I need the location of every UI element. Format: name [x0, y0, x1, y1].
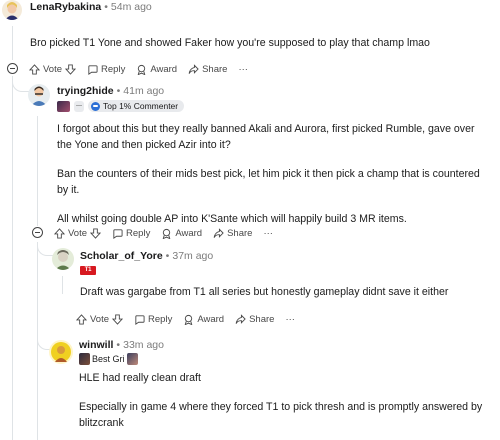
vote-control: Vote — [29, 63, 77, 75]
downvote-icon[interactable] — [90, 227, 102, 239]
share-icon — [235, 313, 246, 324]
thread-line-root[interactable] — [12, 26, 13, 60]
top-commenter-badge[interactable]: Top 1% Commenter — [88, 100, 185, 112]
share-button[interactable]: Share — [235, 314, 274, 325]
vote-control: Vote — [76, 313, 124, 325]
reply-icon — [135, 314, 145, 325]
comment-paragraph: HLE had really clean draft — [79, 372, 201, 384]
comment-body: Bro picked T1 Yone and showed Faker how … — [30, 35, 490, 51]
comment-body: I forgot about this but they really bann… — [57, 121, 487, 227]
avatar[interactable] — [28, 84, 50, 106]
award-icon — [185, 314, 193, 325]
downvote-icon[interactable] — [112, 313, 124, 325]
reply-button[interactable]: Reply — [87, 64, 125, 75]
avatar-image — [49, 340, 73, 364]
author-name[interactable]: trying2hide — [57, 85, 114, 97]
award-label: Award — [175, 227, 203, 239]
user-flair: — Top 1% Commenter — [57, 99, 185, 113]
avatar[interactable] — [2, 0, 22, 20]
award-button[interactable]: Award — [136, 64, 177, 75]
collapse-thread-button[interactable] — [32, 227, 43, 238]
separator-dot: • — [104, 1, 108, 13]
author-name[interactable]: Scholar_of_Yore — [80, 250, 163, 262]
award-button[interactable]: Award — [183, 314, 224, 325]
avatar[interactable] — [52, 248, 74, 270]
vote-control: Vote — [54, 227, 102, 239]
t1-team-logo: T1 — [80, 265, 96, 275]
comment-meta: trying2hide • 41m ago — [57, 85, 164, 97]
share-icon — [213, 227, 224, 238]
award-label: Award — [150, 63, 178, 75]
comment-paragraph: Ban the counters of their mids best pick… — [57, 168, 480, 196]
vote-label: Vote — [90, 313, 110, 325]
flair-text: Best Gri — [92, 354, 125, 364]
reply-icon — [88, 64, 98, 75]
reply-label: Reply — [126, 227, 151, 239]
reply-button[interactable]: Reply — [134, 314, 172, 325]
reply-label: Reply — [101, 63, 126, 75]
author-name[interactable]: LenaRybakina — [30, 1, 101, 13]
comment-body: HLE had really clean draft Especially in… — [79, 370, 489, 431]
badge-label: Top 1% Commenter — [103, 101, 179, 111]
share-icon — [188, 63, 199, 74]
reply-icon — [113, 228, 123, 239]
more-options-button[interactable]: ··· — [263, 228, 273, 239]
user-flair: Best Gri — [79, 352, 138, 366]
vote-label: Vote — [43, 63, 63, 75]
comment-actions: Vote Reply Award Share ··· — [29, 61, 259, 77]
timestamp[interactable]: 41m ago — [123, 85, 164, 97]
timestamp[interactable]: 33m ago — [123, 339, 164, 351]
separator-dot: • — [165, 250, 170, 262]
more-options-button[interactable]: ··· — [285, 314, 295, 325]
upvote-icon[interactable] — [54, 227, 65, 239]
flair-emoji-icon — [57, 100, 70, 112]
comment-paragraph: Draft was gargabe from T1 all series but… — [80, 286, 449, 298]
separator-dot: • — [116, 339, 121, 351]
downvote-icon[interactable] — [65, 63, 77, 75]
timestamp[interactable]: 37m ago — [172, 250, 213, 262]
reply-button[interactable]: Reply — [112, 228, 150, 239]
comment-meta: LenaRybakina • 54m ago — [30, 1, 152, 13]
share-button[interactable]: Share — [213, 228, 252, 239]
share-button[interactable]: Share — [188, 64, 227, 75]
comment-meta: winwill • 33m ago — [79, 339, 164, 351]
flair-emoji-icon — [126, 353, 138, 365]
avatar-image — [52, 248, 74, 270]
collapse-thread-button[interactable] — [7, 63, 18, 74]
award-icon — [138, 64, 146, 75]
share-label: Share — [202, 63, 228, 75]
comment-paragraph: I forgot about this but they really bann… — [57, 123, 475, 151]
share-label: Share — [249, 313, 275, 325]
avatar-image — [28, 84, 50, 106]
author-name[interactable]: winwill — [79, 339, 113, 351]
flair-emoji-icon — [79, 353, 90, 365]
comment-paragraph: Bro picked T1 Yone and showed Faker how … — [30, 37, 430, 49]
award-icon — [163, 228, 171, 239]
award-button[interactable]: Award — [161, 228, 202, 239]
comment-meta: Scholar_of_Yore • 37m ago — [80, 250, 213, 262]
comment-actions: Vote Reply Award Share ··· — [76, 311, 306, 327]
award-label: Award — [197, 313, 225, 325]
thread-line-level3[interactable] — [62, 276, 63, 294]
more-options-button[interactable]: ··· — [238, 64, 248, 75]
avatar-image — [2, 0, 22, 20]
timestamp[interactable]: 54m ago — [111, 1, 152, 13]
share-label: Share — [227, 227, 253, 239]
comment-paragraph: Especially in game 4 where they forced T… — [79, 401, 483, 429]
reply-label: Reply — [148, 313, 173, 325]
user-flair: T1 — [80, 263, 96, 277]
thread-line-level2[interactable] — [37, 116, 38, 226]
upvote-icon[interactable] — [76, 313, 87, 325]
upvote-icon[interactable] — [29, 63, 40, 75]
avatar[interactable] — [49, 340, 73, 364]
flair-chip: — — [74, 100, 84, 112]
vote-label: Vote — [68, 227, 88, 239]
comment-actions: Vote Reply Award Share ··· — [54, 225, 284, 241]
thread-line-root-2[interactable] — [12, 76, 13, 440]
separator-dot: • — [116, 85, 121, 97]
top-commenter-icon — [91, 101, 100, 111]
comment-body: Draft was gargabe from T1 all series but… — [80, 284, 490, 300]
